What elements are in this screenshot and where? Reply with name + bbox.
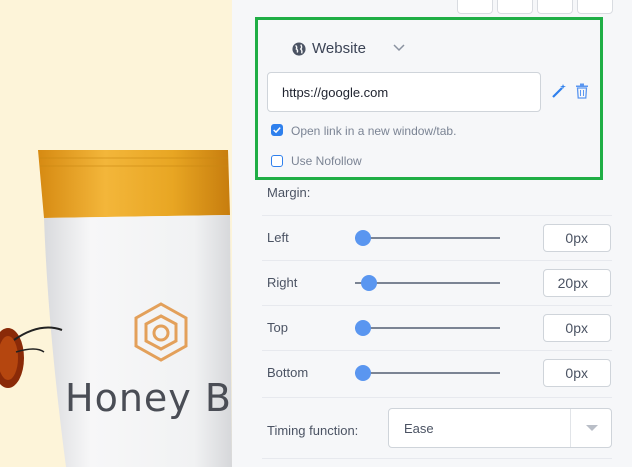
slider-track[interactable] xyxy=(355,327,500,329)
margin-right-input[interactable]: 20px xyxy=(543,269,611,297)
margin-top-label: Top xyxy=(267,320,288,335)
margin-left-slider[interactable] xyxy=(355,230,500,246)
toolbar-button-3[interactable] xyxy=(537,0,573,14)
margin-bottom-slider[interactable] xyxy=(355,365,500,381)
divider xyxy=(262,397,612,398)
check-icon xyxy=(273,127,281,134)
nofollow-label: Use Nofollow xyxy=(291,154,362,168)
slider-handle[interactable] xyxy=(355,230,371,246)
divider xyxy=(262,350,612,351)
nofollow-checkbox[interactable] xyxy=(271,155,283,167)
margin-title: Margin: xyxy=(267,185,311,200)
margin-top-slider[interactable] xyxy=(355,320,500,336)
timing-function-value: Ease xyxy=(404,421,434,436)
preview-canvas: Honey Biot xyxy=(0,0,232,467)
margin-right-slider[interactable] xyxy=(355,275,500,291)
divider xyxy=(262,305,612,306)
divider xyxy=(262,458,612,459)
slider-handle[interactable] xyxy=(355,365,371,381)
timing-function-select[interactable]: Ease xyxy=(388,408,612,448)
margin-right-label: Right xyxy=(267,275,298,290)
margin-bottom-input[interactable]: 0px xyxy=(543,359,611,387)
margin-bottom-label: Bottom xyxy=(267,365,309,380)
chevron-down-icon[interactable] xyxy=(393,44,405,52)
open-new-window-checkbox[interactable] xyxy=(271,124,283,136)
url-input[interactable] xyxy=(267,72,541,112)
toolbar-button-1[interactable] xyxy=(457,0,493,14)
toolbar-button-4[interactable] xyxy=(577,0,613,14)
divider xyxy=(262,215,612,216)
link-type-select[interactable]: Website xyxy=(292,40,366,57)
margin-left-label: Left xyxy=(267,230,289,245)
link-type-label: Website xyxy=(312,40,366,57)
magic-wand-icon[interactable] xyxy=(551,83,567,99)
trash-icon[interactable] xyxy=(575,83,589,99)
timing-function-label: Timing function: xyxy=(267,423,359,438)
select-divider xyxy=(570,409,571,447)
slider-handle[interactable] xyxy=(355,320,371,336)
open-new-window-label: Open link in a new window/tab. xyxy=(291,124,457,138)
product-brand-text: Honey Biot xyxy=(65,376,232,420)
margin-left-input[interactable]: 0px xyxy=(543,224,611,252)
globe-icon xyxy=(292,41,306,56)
slider-handle[interactable] xyxy=(361,275,377,291)
slider-track[interactable] xyxy=(355,237,500,239)
slider-track[interactable] xyxy=(355,372,500,374)
divider xyxy=(262,260,612,261)
margin-top-input[interactable]: 0px xyxy=(543,314,611,342)
dropdown-arrow-icon[interactable] xyxy=(586,424,598,432)
toolbar-button-2[interactable] xyxy=(497,0,533,14)
